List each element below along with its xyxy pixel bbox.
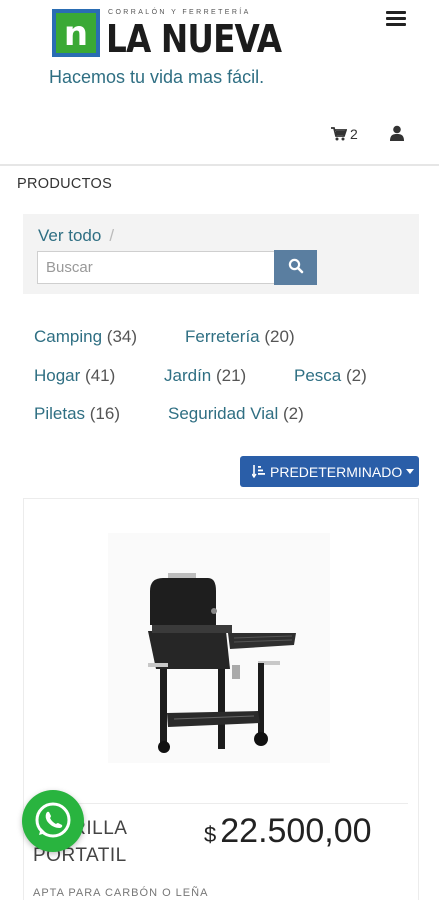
divider	[34, 803, 408, 804]
sort-dropdown-button[interactable]: PREDETERMINADO	[240, 456, 419, 487]
cart-icon	[331, 127, 347, 141]
search-icon	[288, 258, 303, 274]
price-amount: 22.500,00	[220, 812, 372, 850]
category-ferreteria[interactable]: Ferretería (20)	[185, 327, 295, 347]
logo-mark: n	[52, 9, 100, 57]
product-price: $22.500,00	[204, 812, 372, 851]
product-description: APTA PARA CARBÓN O LEÑA	[33, 887, 209, 899]
cart-button[interactable]: 2	[331, 126, 358, 142]
tagline: Hacemos tu vida mas fácil.	[49, 67, 265, 87]
search-button[interactable]	[274, 250, 317, 285]
grill-illustration	[148, 573, 296, 753]
logo-wordmark: LA NUEVA	[106, 17, 282, 61]
page-title: PRODUCTOS	[17, 176, 113, 192]
sort-label: PREDETERMINADO	[270, 463, 403, 480]
breadcrumb-view-all[interactable]: Ver todo	[38, 226, 101, 245]
whatsapp-button[interactable]	[22, 790, 84, 852]
breadcrumb: Ver todo /	[38, 226, 114, 246]
cart-count: 2	[350, 126, 358, 142]
caret-down-icon	[406, 469, 415, 474]
category-jardin[interactable]: Jardín (21)	[164, 366, 246, 386]
product-image[interactable]	[108, 533, 330, 763]
category-hogar[interactable]: Hogar (41)	[34, 366, 115, 386]
menu-icon[interactable]	[386, 11, 406, 27]
price-currency: $	[204, 822, 217, 847]
logo-letter: n	[63, 14, 89, 54]
breadcrumb-separator: /	[109, 226, 115, 245]
user-button[interactable]	[390, 125, 404, 141]
site-header: n CORRALÓN Y FERRETERÍA LA NUEVA Hacemos…	[0, 0, 439, 166]
filter-panel: Ver todo /	[23, 214, 419, 294]
category-list: Camping (34) Ferretería (20) Hogar (41) …	[0, 320, 439, 430]
user-icon	[390, 125, 404, 141]
category-piletas[interactable]: Piletas (16)	[34, 404, 120, 424]
brand-logo[interactable]: n CORRALÓN Y FERRETERÍA LA NUEVA	[52, 9, 282, 61]
logo-subtitle: CORRALÓN Y FERRETERÍA	[108, 9, 251, 16]
category-camping[interactable]: Camping (34)	[34, 327, 137, 347]
whatsapp-icon	[35, 802, 71, 838]
search-input[interactable]	[37, 251, 275, 284]
sort-amount-icon	[252, 465, 265, 478]
category-pesca[interactable]: Pesca (2)	[294, 366, 367, 386]
category-seguridad-vial[interactable]: Seguridad Vial (2)	[168, 404, 304, 424]
